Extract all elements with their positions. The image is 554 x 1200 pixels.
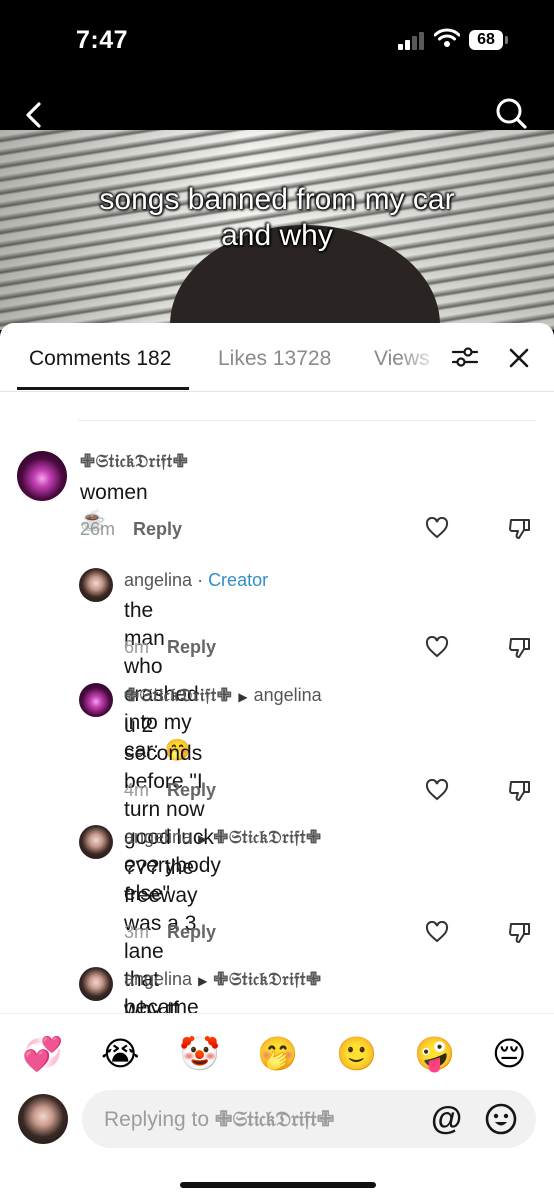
tab-likes[interactable]: Likes 13728: [218, 347, 331, 371]
comment-time: 3m: [124, 922, 150, 942]
status-time: 7:47: [76, 26, 129, 54]
emoji-button[interactable]: 🤪: [414, 1034, 455, 1074]
comment-username[interactable]: angelina ▶ ✙𝔖𝔱𝔦𝔠𝔨𝔇𝔯𝔦𝔣𝔱✙: [124, 969, 322, 990]
heart-icon[interactable]: [425, 779, 449, 801]
creator-badge: Creator: [208, 570, 269, 590]
comment-text: why tf would a car be there if the lane: [124, 998, 179, 1013]
wifi-icon: [434, 28, 460, 47]
dislike-icon[interactable]: [508, 779, 532, 803]
reply-button[interactable]: Reply: [167, 780, 216, 800]
video-caption: songs banned from my car and why: [0, 182, 554, 254]
heart-icon[interactable]: [425, 517, 449, 539]
reply-arrow-icon: ▶: [198, 832, 208, 846]
comment-time: 4m: [124, 780, 150, 800]
reply-button[interactable]: Reply: [133, 519, 182, 539]
comment-meta: 4m Reply: [124, 780, 216, 801]
avatar[interactable]: [79, 568, 113, 602]
filter-icon[interactable]: [451, 345, 479, 369]
caption-line-1: songs banned from my car: [99, 183, 455, 216]
caption-line-2: and why: [221, 219, 333, 252]
emoji-button[interactable]: 😔: [492, 1034, 526, 1074]
heart-icon[interactable]: [425, 921, 449, 943]
emoji-button[interactable]: 😭: [101, 1034, 140, 1074]
comment-time: 26m: [80, 519, 116, 539]
home-indicator: [180, 1182, 376, 1188]
comment-input[interactable]: Replying to ✙𝔖𝔱𝔦𝔠𝔨𝔇𝔯𝔦𝔣𝔱✙ @: [82, 1090, 536, 1148]
tab-comments[interactable]: Comments 182: [29, 347, 171, 371]
comment-username[interactable]: angelina ▶ ✙𝔖𝔱𝔦𝔠𝔨𝔇𝔯𝔦𝔣𝔱✙: [124, 827, 322, 848]
battery-nub: [505, 36, 508, 44]
back-icon[interactable]: [20, 100, 50, 130]
reply-to-user[interactable]: angelina: [254, 685, 322, 705]
reply-arrow-icon: ▶: [198, 974, 208, 988]
emoji-button[interactable]: 🤡: [179, 1034, 220, 1074]
dislike-icon[interactable]: [508, 921, 532, 945]
emoji-button[interactable]: 💞: [22, 1034, 63, 1074]
input-placeholder: Replying to ✙𝔖𝔱𝔦𝔠𝔨𝔇𝔯𝔦𝔣𝔱✙: [104, 1106, 335, 1131]
close-icon[interactable]: [508, 347, 530, 369]
video-header: songs banned from my car and why: [0, 90, 554, 330]
reply-button[interactable]: Reply: [167, 922, 216, 942]
comment-username[interactable]: angelina · Creator: [124, 570, 268, 591]
reply-button[interactable]: Reply: [167, 637, 216, 657]
tab-underline: [17, 387, 189, 390]
comment-list[interactable]: ✙𝔖𝔱𝔦𝔠𝔨𝔇𝔯𝔦𝔣𝔱✙ women ☕ 26m Reply angelina ·…: [0, 443, 554, 1013]
dislike-icon[interactable]: [508, 636, 532, 660]
reply-to-user[interactable]: ✙𝔖𝔱𝔦𝔠𝔨𝔇𝔯𝔦𝔣𝔱✙: [213, 969, 321, 990]
reply-to-user[interactable]: ✙𝔖𝔱𝔦𝔠𝔨𝔇𝔯𝔦𝔣𝔱✙: [213, 827, 321, 848]
avatar[interactable]: [17, 451, 67, 501]
comment-meta: 3m Reply: [124, 922, 216, 943]
current-user-avatar: [18, 1094, 68, 1144]
emoji-button[interactable]: 🤭: [257, 1034, 298, 1074]
search-icon[interactable]: [494, 96, 528, 130]
emoji-button[interactable]: 🙂: [336, 1034, 377, 1074]
comment-meta: 6m Reply: [124, 637, 216, 658]
comment-username[interactable]: ✙𝔖𝔱𝔦𝔠𝔨𝔇𝔯𝔦𝔣𝔱✙ ▶ angelina: [124, 685, 322, 706]
tab-bar: Comments 182 Likes 13728 Views: [0, 323, 554, 392]
comment-meta: 26m Reply: [80, 519, 182, 540]
divider: [78, 420, 536, 421]
avatar[interactable]: [79, 967, 113, 1001]
avatar[interactable]: [79, 825, 113, 859]
emoji-picker-icon[interactable]: [484, 1102, 518, 1136]
comment-username[interactable]: ✙𝔖𝔱𝔦𝔠𝔨𝔇𝔯𝔦𝔣𝔱✙: [80, 451, 188, 472]
comment-time: 6m: [124, 637, 150, 657]
battery-indicator: 68: [469, 30, 503, 50]
status-bar: 7:47 68: [0, 0, 554, 90]
avatar[interactable]: [79, 683, 113, 717]
signal-icon: [398, 32, 426, 50]
dislike-icon[interactable]: [508, 517, 532, 541]
mention-icon[interactable]: @: [431, 1100, 462, 1137]
reply-arrow-icon: ▶: [238, 690, 248, 704]
heart-icon[interactable]: [425, 636, 449, 658]
